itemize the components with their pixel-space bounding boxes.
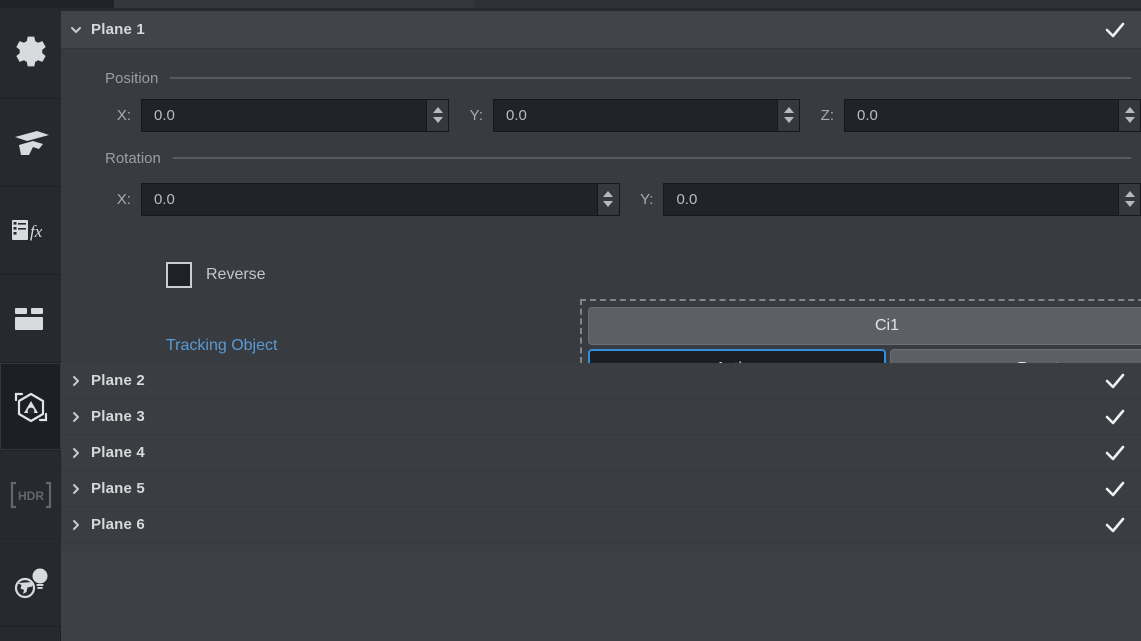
sidebar-item-camera-track[interactable] xyxy=(0,275,61,363)
collapsed-planes-list: Plane 2 Plane 3 Plane 4 Plane 5 Plane 6 xyxy=(61,363,1141,543)
sidebar-item-object[interactable] xyxy=(0,363,61,451)
sidebar-item-settings[interactable] xyxy=(0,11,61,99)
chevron-right-icon[interactable] xyxy=(61,518,91,532)
rotation-section-header: Rotation xyxy=(61,143,1141,173)
sidebar-item-environment-light[interactable] xyxy=(0,539,61,627)
application-window: fx HDR Plane 1 Position X: 0.0 Y: 0.0 Z:… xyxy=(0,0,1141,641)
plane-row[interactable]: Plane 5 xyxy=(61,471,1141,507)
film-slate-icon xyxy=(10,302,52,336)
top-strip-segment-right xyxy=(474,0,1141,8)
position-y-input[interactable]: 0.0 xyxy=(493,98,800,132)
rotation-y-input[interactable]: 0.0 xyxy=(663,182,1141,216)
svg-text:fx: fx xyxy=(30,222,43,241)
rotation-fields-row: X: 0.0 Y: 0.0 xyxy=(61,179,1141,219)
tracking-target-button[interactable]: Ci1 xyxy=(588,307,1141,345)
position-section-header: Position xyxy=(61,63,1141,93)
check-icon[interactable] xyxy=(1103,369,1127,393)
plane-header-expanded[interactable]: Plane 1 xyxy=(61,11,1141,49)
position-x-stepper[interactable] xyxy=(426,99,448,131)
globe-bulb-icon xyxy=(8,562,54,604)
top-strip-segment-left xyxy=(0,0,114,8)
section-divider xyxy=(170,77,1131,79)
rotation-y-value: 0.0 xyxy=(676,190,698,208)
chevron-right-icon[interactable] xyxy=(61,482,91,496)
rotation-label: Rotation xyxy=(105,149,161,167)
position-z-stepper[interactable] xyxy=(1118,99,1140,131)
plane-body: Position X: 0.0 Y: 0.0 Z: 0.0 Rotation X… xyxy=(61,49,1141,392)
top-strip-segment-mid xyxy=(114,0,474,8)
plane-row[interactable]: Plane 6 xyxy=(61,507,1141,543)
rotation-x-input[interactable]: 0.0 xyxy=(140,182,620,216)
plane-row-title: Plane 2 xyxy=(91,372,145,389)
planes-panel: Plane 1 Position X: 0.0 Y: 0.0 Z: 0.0 Ro… xyxy=(61,11,1141,641)
effects-fx-icon: fx xyxy=(8,212,54,250)
section-divider xyxy=(172,157,1131,159)
position-z-value: 0.0 xyxy=(857,106,878,124)
chevron-down-icon[interactable] xyxy=(61,23,91,37)
plane-row-title: Plane 6 xyxy=(91,516,145,533)
panel-empty-area xyxy=(61,551,1141,641)
hdr-icon: HDR xyxy=(8,479,54,511)
plane-row[interactable]: Plane 3 xyxy=(61,399,1141,435)
chevron-right-icon[interactable] xyxy=(61,374,91,388)
check-icon[interactable] xyxy=(1103,405,1127,429)
sidebar-rail: fx HDR xyxy=(0,11,61,641)
position-label: Position xyxy=(105,69,159,87)
reverse-checkbox[interactable] xyxy=(166,262,192,288)
plane-row[interactable]: Plane 4 xyxy=(61,435,1141,471)
rotation-x-value: 0.0 xyxy=(153,190,175,208)
position-y-stepper[interactable] xyxy=(777,99,799,131)
position-x-label: X: xyxy=(116,106,131,124)
gear-icon xyxy=(10,34,52,76)
plane-row[interactable]: Plane 2 xyxy=(61,363,1141,399)
rotation-y-label: Y: xyxy=(640,190,654,208)
page-title: Plane 1 xyxy=(91,21,145,38)
ground-plane-icon xyxy=(9,123,53,163)
rotation-x-stepper[interactable] xyxy=(596,183,619,215)
plane-row-title: Plane 3 xyxy=(91,408,145,425)
sidebar-item-ground-plane[interactable] xyxy=(0,99,61,187)
object-cube-icon xyxy=(9,385,53,429)
position-z-label: Z: xyxy=(820,106,834,124)
rotation-y-stepper[interactable] xyxy=(1118,183,1140,215)
top-strip xyxy=(0,0,1141,11)
position-y-value: 0.0 xyxy=(506,106,527,124)
check-icon[interactable] xyxy=(1103,513,1127,537)
rotation-x-label: X: xyxy=(116,190,131,208)
check-icon[interactable] xyxy=(1103,18,1127,42)
reverse-checkbox-row[interactable]: Reverse xyxy=(166,262,266,288)
plane-row-title: Plane 4 xyxy=(91,444,145,461)
sidebar-item-effects[interactable]: fx xyxy=(0,187,61,275)
plane-row-title: Plane 5 xyxy=(91,480,145,497)
reverse-label: Reverse xyxy=(206,266,266,283)
check-icon[interactable] xyxy=(1103,441,1127,465)
chevron-right-icon[interactable] xyxy=(61,410,91,424)
position-x-value: 0.0 xyxy=(154,106,175,124)
position-y-label: Y: xyxy=(469,106,483,124)
sidebar-item-hdr[interactable]: HDR xyxy=(0,451,61,539)
svg-text:HDR: HDR xyxy=(18,489,44,503)
check-icon[interactable] xyxy=(1103,477,1127,501)
position-z-input[interactable]: 0.0 xyxy=(844,98,1141,132)
chevron-right-icon[interactable] xyxy=(61,446,91,460)
position-fields-row: X: 0.0 Y: 0.0 Z: 0.0 xyxy=(61,95,1141,135)
tracking-object-link[interactable]: Tracking Object xyxy=(166,337,277,355)
position-x-input[interactable]: 0.0 xyxy=(141,98,449,132)
